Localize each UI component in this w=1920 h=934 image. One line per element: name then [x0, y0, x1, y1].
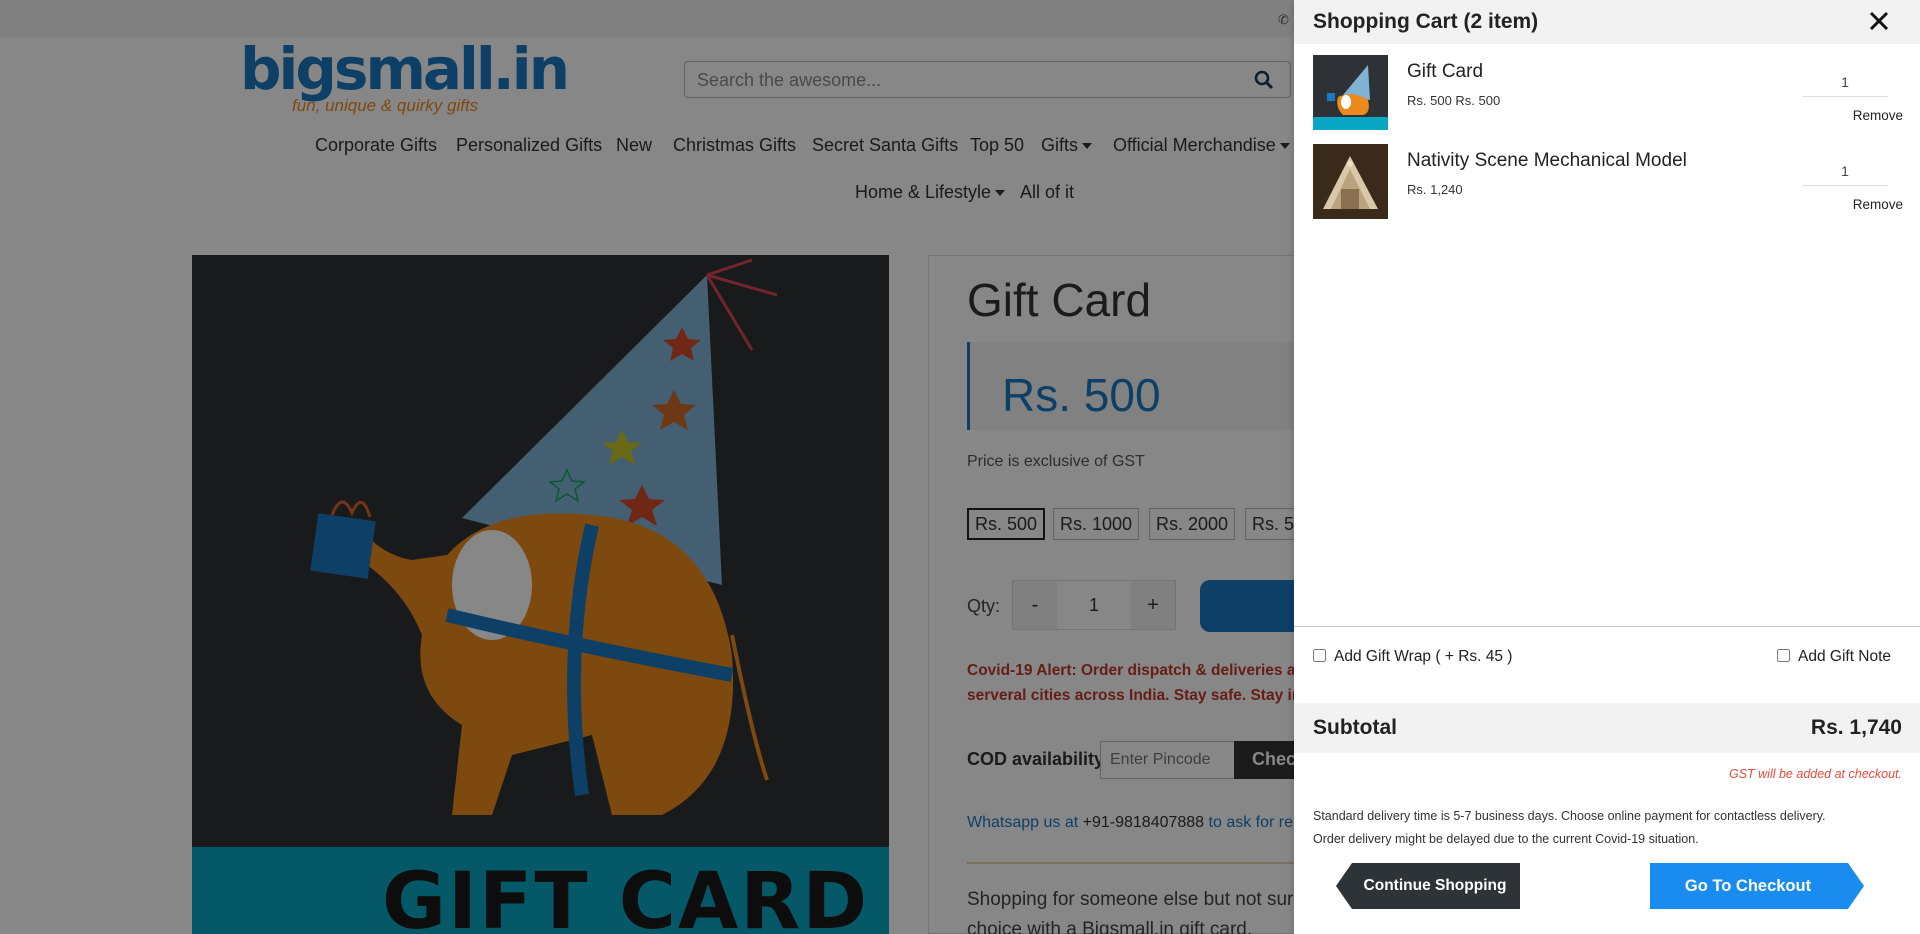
subtotal-value: Rs. 1,740	[1810, 716, 1902, 739]
gift-wrap-checkbox[interactable]	[1313, 649, 1326, 662]
subtotal-bar: Subtotal Rs. 1,740	[1294, 703, 1920, 753]
continue-shopping-button[interactable]: Continue Shopping	[1336, 863, 1520, 909]
cart-drawer: Shopping Cart (2 item) Gift Card Rs. 500…	[1294, 0, 1920, 934]
gift-note-checkbox[interactable]	[1777, 649, 1790, 662]
cart-title: Shopping Cart (2 item)	[1313, 10, 1539, 33]
gift-note-label: Add Gift Note	[1798, 648, 1892, 665]
cart-item: Nativity Scene Mechanical Model Rs. 1,24…	[1313, 144, 1903, 222]
gift-card-thumbnail-image	[1313, 55, 1388, 130]
delivery-info: Standard delivery time is 5-7 business d…	[1313, 805, 1903, 851]
go-to-checkout-button[interactable]: Go To Checkout	[1650, 863, 1864, 909]
gst-checkout-note: GST will be added at checkout.	[1728, 767, 1902, 781]
continue-shopping-label: Continue Shopping	[1363, 877, 1507, 894]
close-icon[interactable]	[1866, 8, 1892, 34]
gift-card-thumbnail[interactable]	[1313, 55, 1388, 130]
cart-item-name[interactable]: Gift Card	[1407, 61, 1483, 83]
gift-wrap-option[interactable]: Add Gift Wrap ( + Rs. 45 )	[1313, 648, 1512, 666]
delivery-info-line-1: Standard delivery time is 5-7 business d…	[1313, 809, 1826, 823]
subtotal-label: Subtotal	[1313, 716, 1397, 739]
cart-item-qty-input[interactable]	[1802, 156, 1888, 186]
gift-note-option[interactable]: Add Gift Note	[1777, 648, 1891, 666]
remove-item-link[interactable]: Remove	[1819, 197, 1903, 212]
cart-item-name[interactable]: Nativity Scene Mechanical Model	[1407, 150, 1687, 172]
cart-item-qty-input[interactable]	[1802, 67, 1888, 97]
go-to-checkout-label: Go To Checkout	[1684, 877, 1812, 895]
cart-item: Gift Card Rs. 500 Rs. 500 Remove	[1313, 55, 1903, 133]
remove-item-link[interactable]: Remove	[1819, 108, 1903, 123]
cart-item-price: Rs. 1,240	[1407, 182, 1463, 197]
nativity-scene-thumbnail-image	[1313, 144, 1388, 219]
cart-separator	[1294, 626, 1920, 627]
modal-overlay[interactable]	[0, 0, 1294, 934]
delivery-info-line-2: Order delivery might be delayed due to t…	[1313, 832, 1699, 846]
gift-wrap-label: Add Gift Wrap ( + Rs. 45 )	[1334, 648, 1513, 665]
cart-item-price: Rs. 500 Rs. 500	[1407, 93, 1501, 108]
cart-header: Shopping Cart (2 item)	[1294, 0, 1920, 44]
nativity-scene-thumbnail[interactable]	[1313, 144, 1388, 219]
